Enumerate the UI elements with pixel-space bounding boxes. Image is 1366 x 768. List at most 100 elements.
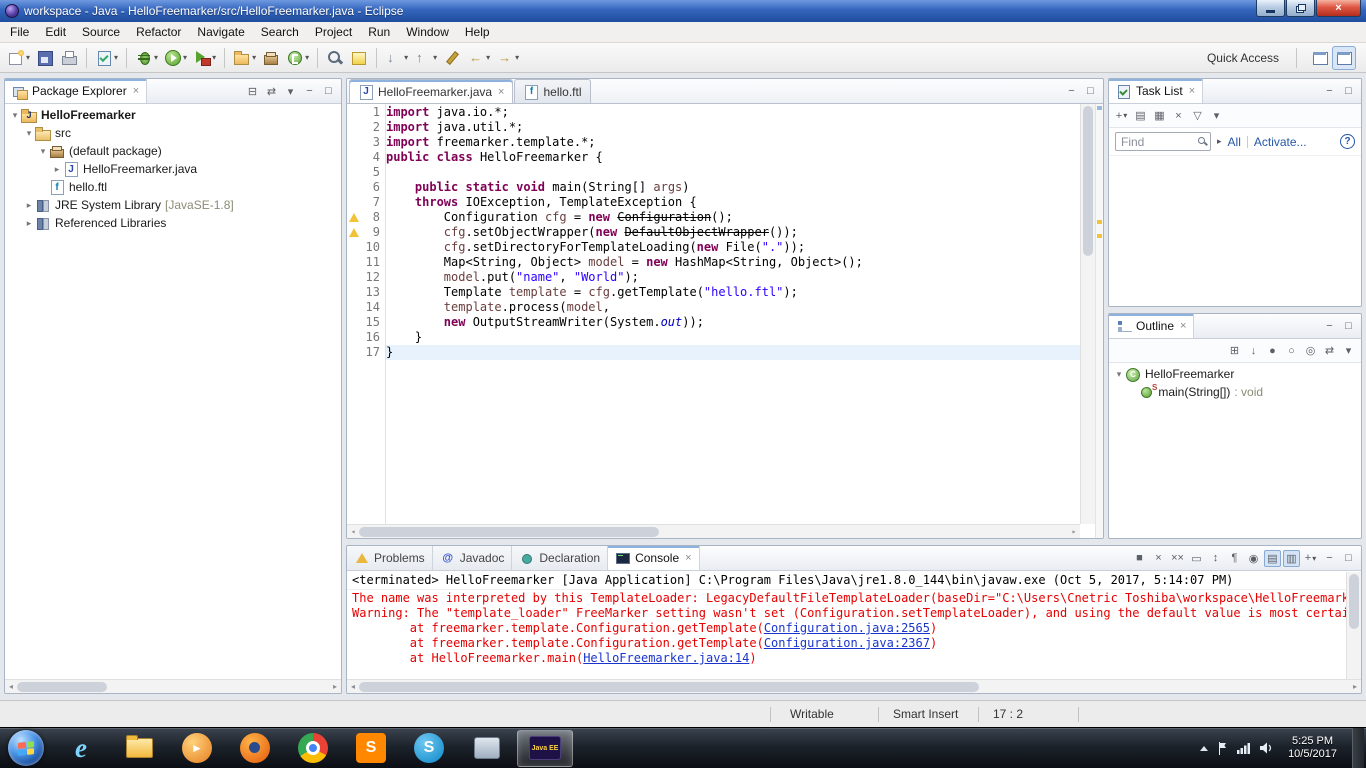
warning-overview-mark[interactable] (1097, 234, 1102, 238)
tree-item-src[interactable]: ▾ src (5, 124, 341, 142)
warning-marker-icon[interactable] (347, 210, 360, 225)
overview-ruler[interactable] (1095, 104, 1103, 538)
scheduled-button[interactable]: ▦ (1151, 107, 1168, 124)
expand-all-button[interactable]: ⊞ (1226, 342, 1243, 359)
close-view-tab-icon[interactable]: × (685, 552, 691, 564)
view-menu-button[interactable]: ▾ (1340, 342, 1357, 359)
open-perspective-button[interactable] (1308, 46, 1332, 70)
dropdown-arrow-icon[interactable]: ▾ (433, 53, 437, 62)
minimize-button[interactable]: − (1063, 82, 1080, 99)
expander-collapsed-icon[interactable]: ▸ (23, 200, 35, 211)
task-list-tab[interactable]: Task List × (1109, 79, 1204, 103)
menu-run[interactable]: Run (360, 22, 398, 42)
chevron-right-icon[interactable]: ▸ (1217, 136, 1222, 147)
scrollbar-thumb[interactable] (359, 526, 659, 537)
close-view-tab-icon[interactable]: × (1180, 320, 1186, 332)
back-button[interactable]: ▾ (465, 47, 492, 69)
menu-search[interactable]: Search (253, 22, 307, 42)
show-stdout-button[interactable]: ▤ (1264, 549, 1281, 567)
tree-item-hello-ftl[interactable]: f hello.ftl (5, 178, 341, 196)
forward-button[interactable]: ▾ (494, 47, 521, 69)
editor-hscrollbar[interactable]: ◂ ▸ (347, 524, 1080, 538)
minimize-button[interactable]: − (301, 83, 318, 100)
clear-console-button[interactable]: ▭ (1188, 550, 1205, 567)
scrollbar-thumb[interactable] (1083, 106, 1093, 256)
print-button[interactable] (58, 47, 80, 69)
dropdown-arrow-icon[interactable]: ▾ (26, 53, 30, 62)
dropdown-arrow-icon[interactable]: ▾ (1312, 554, 1316, 563)
outline-tab[interactable]: Outline × (1109, 314, 1195, 338)
new-java-project-button[interactable]: ▾ (231, 47, 258, 69)
dropdown-arrow-icon[interactable]: ▾ (114, 53, 118, 62)
taskbar-eclipse-java-ee[interactable]: Java EE (517, 729, 573, 767)
maximize-button[interactable]: □ (1340, 83, 1357, 100)
expander-expanded-icon[interactable]: ▾ (9, 110, 21, 121)
editor-vscrollbar[interactable] (1080, 104, 1095, 524)
task-list-link-all[interactable]: All (1228, 135, 1241, 149)
scroll-left-icon[interactable]: ◂ (347, 682, 359, 691)
close-view-tab-icon[interactable]: × (133, 85, 139, 97)
find-box[interactable] (1115, 132, 1211, 151)
sort-button[interactable]: ↓ (1245, 342, 1262, 359)
quick-access-button[interactable]: Quick Access (1201, 49, 1285, 67)
minimize-window-button[interactable] (1256, 0, 1285, 17)
stack-trace-link[interactable]: Configuration.java:2565 (764, 621, 930, 635)
maximize-button[interactable]: □ (1082, 82, 1099, 99)
maximize-button[interactable]: □ (1340, 318, 1357, 335)
editor-body[interactable]: 1 import java.io.*; 2 import java.util.*; 3 i… (347, 104, 1103, 538)
menu-help[interactable]: Help (457, 22, 498, 42)
maximize-button[interactable]: □ (1340, 550, 1357, 567)
close-window-button[interactable]: × (1316, 0, 1361, 17)
scroll-lock-button[interactable]: ↕ (1207, 550, 1224, 567)
dropdown-arrow-icon[interactable]: ▾ (515, 53, 519, 62)
word-wrap-button[interactable]: ¶ (1226, 550, 1243, 567)
volume-button[interactable] (1260, 742, 1273, 754)
console-output[interactable]: The name was interpreted by this Templat… (347, 590, 1361, 679)
hide-static-members-button[interactable]: ○ (1283, 342, 1300, 359)
debug-button[interactable]: ▾ (133, 47, 160, 69)
package-explorer-tab[interactable]: Package Explorer × (5, 79, 148, 103)
help-icon[interactable]: ? (1340, 134, 1355, 149)
editor-tab-hello-ftl[interactable]: f hello.ftl (514, 79, 591, 103)
minimize-button[interactable]: − (1321, 318, 1338, 335)
link-with-editor-button[interactable]: ⇄ (1321, 342, 1338, 359)
remove-launch-button[interactable]: × (1150, 550, 1167, 567)
menu-window[interactable]: Window (398, 22, 457, 42)
dropdown-arrow-icon[interactable]: ▾ (305, 53, 309, 62)
view-menu-button[interactable]: ▾ (282, 83, 299, 100)
restore-window-button[interactable] (1286, 0, 1315, 17)
mark-occurrences-button[interactable] (348, 47, 370, 69)
scrollbar-thumb[interactable] (359, 681, 979, 692)
new-package-button[interactable] (260, 47, 282, 69)
maximize-button[interactable]: □ (320, 83, 337, 100)
tree-item-referenced-libraries[interactable]: ▸ Referenced Libraries (5, 214, 341, 232)
expander-expanded-icon[interactable]: ▾ (23, 128, 35, 139)
java-search-button[interactable] (324, 47, 346, 69)
menu-project[interactable]: Project (307, 22, 360, 42)
scrollbar-thumb[interactable] (1349, 574, 1359, 629)
scroll-right-icon[interactable]: ▸ (329, 682, 341, 691)
menu-navigate[interactable]: Navigate (189, 22, 252, 42)
taskbar-chrome[interactable] (285, 730, 341, 767)
find-input[interactable] (1115, 132, 1211, 151)
scroll-right-icon[interactable]: ▸ (1349, 682, 1361, 691)
hide-non-public-members-button[interactable]: ◎ (1302, 342, 1319, 359)
close-editor-tab-icon[interactable]: × (498, 86, 504, 98)
next-annotation-button[interactable]: ▾ (383, 47, 410, 69)
tree-item-hellofreemarker[interactable]: ▾ C HelloFreemarker (1109, 365, 1361, 383)
taskbar-windows-explorer[interactable] (111, 730, 167, 767)
taskbar-media-player[interactable]: ► (169, 730, 225, 767)
network-button[interactable] (1237, 742, 1251, 754)
minimize-button[interactable]: − (1321, 83, 1338, 100)
dropdown-arrow-icon[interactable]: ▾ (404, 53, 408, 62)
dropdown-arrow-icon[interactable]: ▾ (212, 53, 216, 62)
dropdown-arrow-icon[interactable]: ▾ (183, 53, 187, 62)
save-button[interactable] (34, 47, 56, 69)
filter-button[interactable]: ▽ (1189, 107, 1206, 124)
warning-marker-icon[interactable] (347, 225, 360, 240)
console-hscrollbar[interactable]: ◂ ▸ (347, 679, 1361, 693)
collapse-all-button[interactable]: ⊟ (244, 83, 261, 100)
cursor-overview-mark[interactable] (1097, 106, 1102, 110)
view-menu-button[interactable]: ▾ (1208, 107, 1225, 124)
tree-item-default-package[interactable]: ▾ (default package) (5, 142, 341, 160)
